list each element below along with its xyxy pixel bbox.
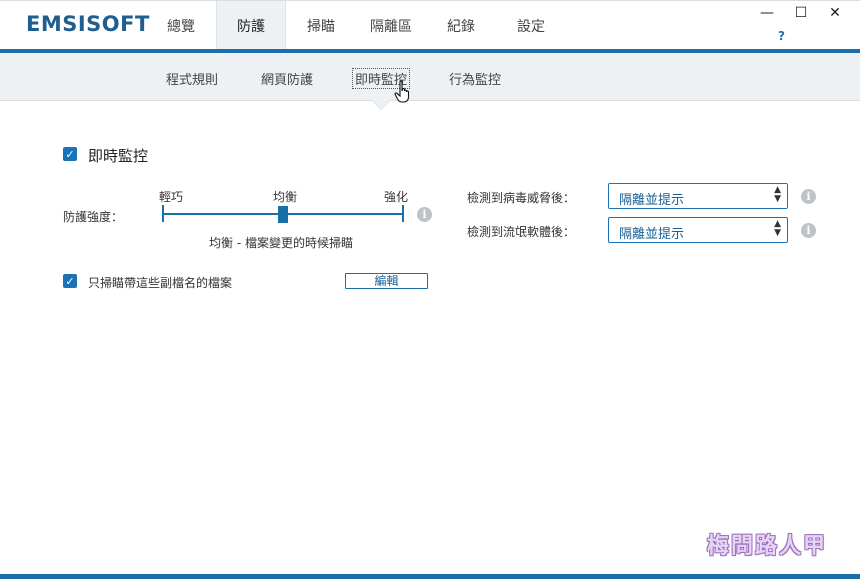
check-icon: ✓ [65,147,75,161]
slider-description: 均衡 - 檔案變更的時候掃瞄 [209,236,353,250]
subtab-web-protection[interactable]: 網頁防護 [261,69,313,88]
virus-action-value: 隔離並提示 [619,193,685,208]
strength-label: 防護強度： [63,210,124,224]
updown-arrow-icon: ▲ ▼ [774,185,781,204]
minimize-button[interactable]: — [752,5,782,21]
virus-action-label: 檢測到病毒威脅後： [467,191,576,205]
tab-protection[interactable]: 防護 [216,1,286,51]
level-mid-label: 均衡 [273,190,298,204]
virus-action-select[interactable]: 隔離並提示 ▲ ▼ [608,183,788,209]
hand-cursor-icon [394,80,410,103]
tab-settings[interactable]: 設定 [496,1,566,51]
bottom-bar [0,574,860,579]
top-bar: EMSISOFT 總覽 防護 掃瞄 隔離區 紀錄 設定 — ☐ ✕ ? [0,0,860,51]
watermark: 梅問路人甲 [707,534,828,559]
slider-max-tick [402,205,404,222]
help-button[interactable]: ? [778,29,785,43]
tab-quarantine[interactable]: 隔離區 [356,1,426,51]
sub-tab-bar: 程式規則 網頁防護 即時監控 行為監控 [0,53,860,101]
level-low-label: 輕巧 [159,190,184,204]
pup-action-value: 隔離並提示 [619,227,685,242]
info-icon[interactable]: i [417,207,432,222]
tab-logs[interactable]: 紀錄 [426,1,496,51]
edit-button[interactable]: 編輯 [345,273,428,289]
ext-only-label: 只掃瞄帶這些副檔名的檔案 [88,276,233,290]
pup-action-label: 檢測到流氓軟體後： [467,225,576,239]
maximize-button[interactable]: ☐ [786,5,816,21]
ext-only-checkbox[interactable]: ✓ [63,274,77,288]
subtab-program-rules[interactable]: 程式規則 [166,69,218,88]
realtime-title: 即時監控 [88,147,149,165]
realtime-checkbox[interactable]: ✓ [63,147,77,161]
subtab-behavior[interactable]: 行為監控 [449,69,501,88]
slider-thumb[interactable] [278,206,288,223]
info-icon[interactable]: i [801,189,816,204]
pup-action-select[interactable]: 隔離並提示 ▲ ▼ [608,217,788,243]
info-icon[interactable]: i [801,223,816,238]
updown-arrow-icon: ▲ ▼ [774,219,781,238]
app-logo: EMSISOFT [26,12,150,36]
tab-scan[interactable]: 掃瞄 [286,1,356,51]
close-button[interactable]: ✕ [820,5,850,21]
main-tabs: 總覽 防護 掃瞄 隔離區 紀錄 設定 [146,1,566,51]
level-high-label: 強化 [384,190,409,204]
check-icon: ✓ [65,274,75,288]
tab-overview[interactable]: 總覽 [146,1,216,51]
active-notch [372,100,390,109]
